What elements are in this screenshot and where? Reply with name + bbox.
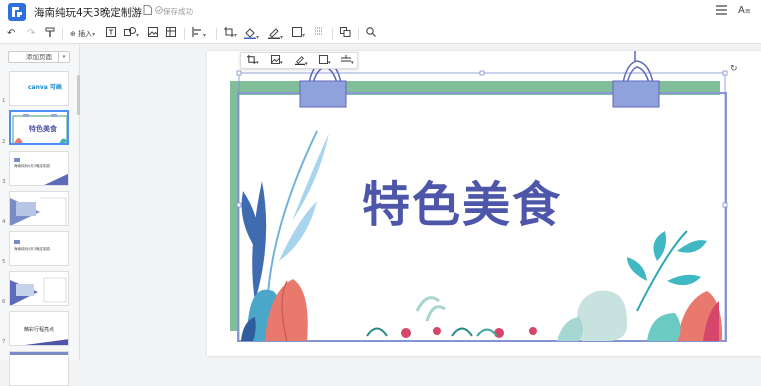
crop-icon[interactable]: ▾: [224, 27, 237, 43]
toolbar-divider: [62, 28, 63, 40]
sidebar-scrollbar[interactable]: [77, 75, 80, 115]
thumb-block: [14, 240, 20, 244]
crop-icon[interactable]: ▾: [247, 55, 259, 66]
toolbar-divider: [216, 28, 217, 40]
insert-button[interactable]: ⊕ 插入▾: [70, 27, 95, 42]
table-icon[interactable]: [166, 27, 176, 42]
page-thumbnail[interactable]: [9, 271, 69, 306]
thumb-illustration: [44, 173, 68, 185]
text-box-icon[interactable]: [106, 27, 116, 42]
align-icon[interactable]: ▾: [192, 27, 206, 43]
chevron-down-icon[interactable]: ▾: [58, 52, 69, 62]
thumb-text: 海南纯玩4天3晚定制游: [14, 164, 50, 168]
thumb-number: 6: [2, 299, 6, 305]
pen-icon[interactable]: ▾: [295, 55, 308, 67]
menu-icon[interactable]: [716, 4, 727, 18]
check-circle-icon: [155, 6, 163, 17]
page-thumbnail[interactable]: [9, 351, 69, 386]
format-painter-icon[interactable]: [45, 27, 55, 43]
pen-icon[interactable]: ▾: [268, 27, 283, 45]
thumb-number: 4: [2, 219, 6, 225]
page-thumbnail-selected[interactable]: 特色美食: [9, 110, 69, 145]
element-toolbar: ▾ ▾ ▾ ▾ ▾: [240, 52, 358, 69]
thumb-number: 2: [2, 139, 6, 145]
thumb-illustration: [25, 339, 68, 345]
page-thumbnail[interactable]: 精彩行程亮点: [9, 311, 69, 346]
fill-color-icon[interactable]: ▾: [244, 27, 259, 45]
thumb-number: 7: [2, 339, 6, 345]
toolbar: ↶ ↷ ⊕ 插入▾ ▾ ▾ ▾ ▾ ▾ ▾: [0, 24, 761, 44]
add-page-button[interactable]: 添加页面 ▾: [8, 51, 70, 63]
image-icon[interactable]: ▾: [271, 55, 283, 66]
page-thumbnail[interactable]: 海南纯玩4天3晚定制游: [9, 231, 69, 266]
shape-icon[interactable]: ▾: [124, 27, 139, 43]
search-icon[interactable]: [366, 27, 376, 42]
thumb-number: 1: [2, 98, 6, 104]
border-icon[interactable]: ▾: [292, 27, 305, 43]
save-status: 保存成功: [163, 7, 193, 16]
add-page-label: 添加页面: [26, 53, 52, 61]
image-icon[interactable]: [148, 27, 158, 42]
title-bar: 海南纯玩4天3晚定制游 ☆ 保存成功 A≡: [0, 0, 761, 24]
thumb-block: [10, 352, 68, 355]
thumb-text: 特色美食: [29, 125, 57, 133]
insert-label: 插入: [78, 30, 93, 38]
thumb-text: 海南纯玩4天3晚定制游: [14, 247, 50, 251]
page-thumbnail[interactable]: 海南纯玩4天3晚定制游: [9, 151, 69, 186]
page-sidebar: 添加页面 ▾ canva 可画 1 特色美食 2 海南纯玩4天3晚定制游 3 4…: [0, 45, 80, 386]
layer-order-icon[interactable]: ▾: [341, 55, 354, 66]
thumb-text: canva 可画: [28, 84, 62, 91]
file-icon[interactable]: [143, 5, 152, 18]
toolbar-divider: [358, 28, 359, 40]
thumb-number: 3: [2, 179, 6, 185]
app-logo[interactable]: [8, 3, 26, 21]
undo-icon[interactable]: ↶: [7, 27, 15, 41]
thumb-text: 精彩行程亮点: [24, 327, 55, 333]
toolbar-divider: [184, 28, 185, 40]
thumb-block: [14, 158, 20, 162]
rotate-handle-icon[interactable]: ↻: [730, 64, 738, 74]
text-size-icon[interactable]: A≡: [738, 5, 751, 16]
pattern-icon[interactable]: [314, 27, 324, 42]
layers-icon[interactable]: [340, 27, 351, 42]
redo-icon[interactable]: ↷: [27, 27, 35, 41]
page-thumbnail[interactable]: [9, 191, 69, 226]
thumb-illustration: [10, 197, 67, 225]
toolbar-divider: [332, 28, 333, 40]
thumb-illustration: [10, 277, 67, 305]
slide-headline[interactable]: 特色美食: [362, 175, 562, 235]
star-icon[interactable]: ☆: [129, 5, 138, 16]
add-circle-icon: ⊕: [70, 30, 76, 38]
document-title[interactable]: 海南纯玩4天3晚定制游: [34, 5, 142, 20]
thumb-number: 5: [2, 259, 6, 265]
page-thumbnail[interactable]: canva 可画: [9, 71, 69, 106]
border-icon[interactable]: ▾: [319, 55, 331, 66]
